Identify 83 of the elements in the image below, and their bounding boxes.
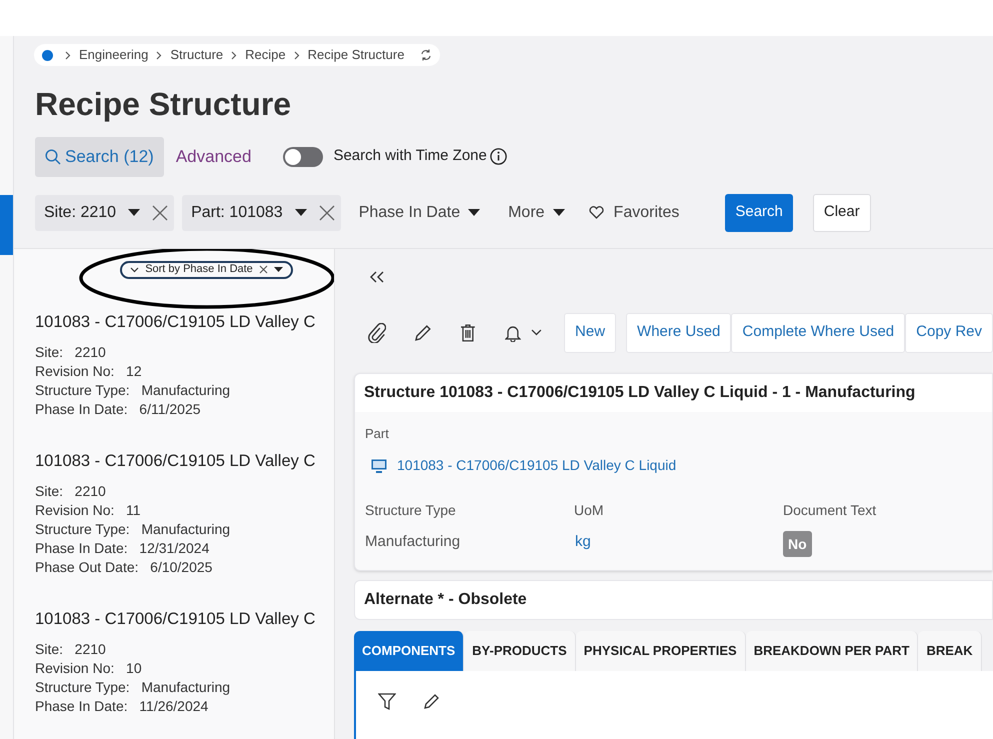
breadcrumb-link[interactable]: Recipe: [245, 45, 286, 65]
pencil-icon[interactable]: [414, 324, 432, 342]
refresh-icon[interactable]: [420, 49, 432, 61]
detail-tab[interactable]: BREAKDOWN PER PART: [746, 630, 918, 670]
toolbar-button[interactable]: Where Used: [626, 312, 732, 352]
page-title: Recipe Structure: [34, 84, 292, 122]
record-field: Structure Type: Manufacturing: [35, 678, 334, 696]
sort-chip[interactable]: Sort by Phase In Date: [120, 260, 293, 278]
caret-icon: [128, 209, 140, 216]
toolbar-button[interactable]: Copy Rev: [905, 312, 993, 352]
detail-tab[interactable]: BY-PRODUCTS: [464, 630, 576, 670]
field-label: Document Text: [783, 501, 878, 520]
caret-icon: [294, 209, 307, 216]
list-record[interactable]: 101083 - C17006/C19105 LD Valley C Site: 2210 Revision No: 11 Structure Type: Manufacturing Phase In Date: 12/31/2024 Phase Out Date: 6/10/2025: [35, 448, 334, 576]
detail-tab[interactable]: BREAK: [918, 630, 982, 670]
breadcrumb-link[interactable]: Engineering: [79, 45, 148, 65]
field-label: Structure Type: [365, 501, 457, 520]
sort-label: Sort by Phase In Date: [145, 262, 253, 278]
clear-button[interactable]: Clear: [812, 194, 871, 232]
record-field: Phase In Date: 12/31/2024: [35, 538, 334, 558]
chevron-right-icon: [65, 50, 71, 60]
filter-chip[interactable]: Part: 101083: [182, 194, 341, 230]
record-field: Phase In Date: 11/26/2024: [35, 696, 334, 716]
field-label: Part: [365, 424, 390, 442]
toggle-label: Search with Time Zone: [333, 146, 487, 166]
breadcrumb-link[interactable]: Recipe Structure: [308, 45, 404, 65]
field-label: UoM: [574, 501, 605, 520]
bell-icon[interactable]: [505, 324, 522, 342]
collapse-icon[interactable]: [370, 270, 384, 282]
chevron-right-icon: [294, 50, 300, 60]
section-title: Alternate * - Obsolete: [354, 580, 993, 620]
card-title: Structure 101083 - C17006/C19105 LD Valley C Liquid - 1 - Manufacturing: [355, 374, 992, 412]
record-field: Revision No: 12: [35, 362, 334, 380]
record-title: 101083 - C17006/C19105 LD Valley C: [35, 450, 316, 472]
record-field: Structure Type: Manufacturing: [35, 520, 334, 538]
close-icon[interactable]: [318, 204, 335, 220]
field-value: Manufacturing: [365, 532, 462, 552]
favorites-button[interactable]: Favorites: [582, 194, 686, 230]
monitor-icon: [371, 458, 387, 472]
close-icon[interactable]: [152, 204, 168, 220]
close-icon[interactable]: [258, 265, 268, 274]
filter-dropdown[interactable]: Phase In Date: [348, 194, 490, 230]
record-field: Site: 2210: [35, 640, 334, 658]
caret-icon[interactable]: [274, 267, 283, 272]
trash-icon[interactable]: [460, 324, 476, 342]
heart-icon: [588, 206, 604, 219]
detail-tab[interactable]: COMPONENTS: [354, 630, 464, 670]
part-link[interactable]: 101083 - C17006/C19105 LD Valley C Liquid: [397, 455, 676, 476]
toggle-switch[interactable]: [283, 146, 324, 166]
filter-chip[interactable]: Site: 2210: [35, 194, 174, 230]
record-field: Revision No: 11: [35, 500, 334, 520]
search-tab[interactable]: Search (12): [35, 136, 164, 176]
list-record[interactable]: 101083 - C17006/C19105 LD Valley C Site: 2210 Revision No: 12 Structure Type: Manufacturing Phase In Date: 6/11/2025: [35, 310, 334, 418]
list-record[interactable]: 101083 - C17006/C19105 LD Valley C Site: 2210 Revision No: 10 Structure Type: Manufacturing Phase In Date: 11/26/2024: [35, 606, 334, 716]
record-field: Phase In Date: 6/11/2025: [35, 400, 334, 418]
filter-dropdown[interactable]: More: [498, 194, 575, 230]
breadcrumb-link[interactable]: Structure: [170, 45, 224, 65]
record-field: Revision No: 10: [35, 658, 334, 678]
pencil-icon[interactable]: [424, 692, 440, 708]
chevron-right-icon: [231, 50, 238, 60]
record-field: Site: 2210: [35, 482, 334, 500]
chevron-right-icon: [156, 50, 162, 60]
search-tab[interactable]: Advanced: [174, 136, 254, 176]
paperclip-icon[interactable]: [368, 322, 386, 342]
caret-icon: [552, 209, 565, 216]
search-icon: [45, 148, 61, 164]
nav-indicator: [0, 195, 13, 255]
filter-icon[interactable]: [378, 692, 396, 710]
record-title: 101083 - C17006/C19105 LD Valley C: [35, 312, 316, 332]
record-field: Phase Out Date: 6/10/2025: [35, 558, 334, 576]
record-field: Structure Type: Manufacturing: [35, 380, 334, 400]
chevron-down-icon[interactable]: [531, 329, 542, 336]
record-title: 101083 - C17006/C19105 LD Valley C: [35, 608, 316, 630]
record-field: Site: 2210: [35, 342, 334, 362]
toolbar-button[interactable]: New: [564, 312, 616, 352]
caret-icon: [468, 209, 480, 216]
uom-link[interactable]: kg: [574, 531, 783, 554]
toolbar-button[interactable]: Complete Where Used: [731, 312, 906, 352]
search-button[interactable]: Search: [725, 194, 793, 232]
chevron-down-icon: [130, 266, 140, 272]
status-badge: No: [783, 531, 812, 557]
info-icon[interactable]: [490, 148, 507, 165]
detail-tab[interactable]: PHYSICAL PROPERTIES: [576, 630, 746, 670]
